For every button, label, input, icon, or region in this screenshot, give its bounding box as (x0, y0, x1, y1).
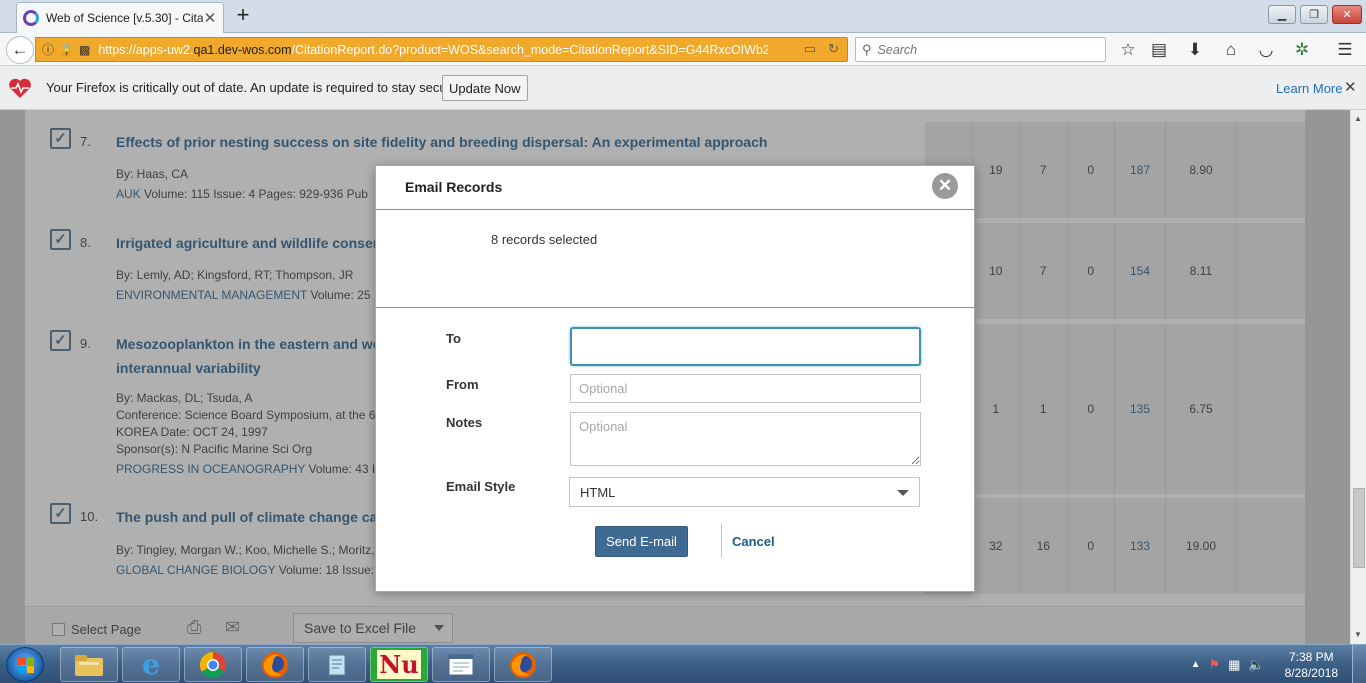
site-favicon-icon (23, 10, 39, 26)
firefox-window-taskbar-button[interactable] (494, 647, 552, 682)
tracking-icon[interactable]: ▩ (79, 43, 90, 57)
restore-window-button[interactable]: ❐ (1300, 5, 1328, 24)
clock[interactable]: 7:38 PM 8/28/2018 (1285, 649, 1338, 681)
update-now-button[interactable]: Update Now (442, 75, 528, 101)
nu-app-icon: Nu (377, 650, 421, 679)
to-label: To (446, 331, 461, 346)
to-email-field[interactable] (570, 327, 921, 366)
cancel-button[interactable]: Cancel (732, 534, 775, 549)
chrome-icon (199, 651, 226, 678)
menu-icon[interactable]: ☰ (1334, 39, 1356, 61)
notes-field[interactable] (570, 412, 921, 466)
reading-list-icon[interactable]: ▤ (1148, 39, 1170, 61)
update-notification-bar: Your Firefox is critically out of date. … (0, 66, 1366, 110)
search-input[interactable] (877, 42, 1098, 57)
email-style-label: Email Style (446, 479, 516, 494)
from-label: From (446, 377, 479, 392)
browser-nav-bar: ← ⓘ 🔒 ▩ https://apps-uw2.qa1.dev-wos.com… (0, 33, 1366, 66)
document-taskbar-button[interactable] (432, 647, 490, 682)
back-button[interactable]: ← (6, 36, 34, 64)
new-tab-button[interactable]: + (232, 4, 254, 27)
downloads-icon[interactable]: ⬇ (1184, 39, 1206, 61)
divider (376, 209, 976, 210)
from-email-field[interactable] (570, 374, 921, 403)
minimize-window-button[interactable]: ▁ (1268, 5, 1296, 24)
page-scrollbar[interactable]: ▲ ▼ (1350, 110, 1366, 644)
scroll-down-icon[interactable]: ▼ (1354, 630, 1362, 639)
notepad-icon (328, 654, 346, 675)
internet-explorer-taskbar-button[interactable]: e (122, 647, 180, 682)
info-icon[interactable]: ⓘ (42, 41, 54, 58)
explorer-taskbar-button[interactable] (60, 647, 118, 682)
home-icon[interactable]: ⌂ (1220, 39, 1242, 61)
pocket-icon[interactable]: ◡ (1255, 39, 1277, 61)
send-email-button[interactable]: Send E-mail (595, 526, 688, 557)
notice-message: Your Firefox is critically out of date. … (46, 80, 462, 95)
firefox-icon (262, 651, 288, 678)
network-icon[interactable]: ▦ (1228, 657, 1240, 673)
volume-icon[interactable]: 🔈 (1248, 657, 1264, 673)
notepad-taskbar-button[interactable] (308, 647, 366, 682)
reload-icon[interactable]: ↻ (828, 41, 839, 57)
system-tray: ▲ ⚑ ▦ 🔈 7:38 PM 8/28/2018 (1191, 645, 1366, 683)
url-text[interactable]: https://apps-uw2.qa1.dev-wos.com/Citatio… (98, 43, 768, 57)
chrome-taskbar-button[interactable] (184, 647, 242, 682)
close-dialog-icon[interactable]: ✕ (932, 173, 958, 199)
ie-icon: e (142, 648, 160, 681)
notice-close-icon[interactable]: ✕ (1344, 78, 1357, 96)
divider (721, 524, 722, 558)
lock-icon: 🔒 (59, 42, 74, 57)
action-center-icon[interactable]: ⚑ (1208, 657, 1220, 673)
windows-logo-icon (18, 657, 34, 673)
search-bar[interactable]: ⚲ (855, 37, 1106, 62)
start-button[interactable] (6, 647, 44, 682)
divider (376, 307, 976, 308)
email-style-select[interactable]: HTML (569, 477, 920, 507)
email-records-dialog: Email Records ✕ 8 records selected To Fr… (375, 165, 976, 592)
search-icon: ⚲ (862, 41, 872, 57)
url-bar[interactable]: ⓘ 🔒 ▩ https://apps-uw2.qa1.dev-wos.com/C… (35, 37, 848, 62)
tab-close-icon[interactable]: ✕ (203, 9, 217, 27)
browser-tab-bar: Web of Science [v.5.30] - Cita ✕ + ▁ ❐ ✕ (0, 0, 1366, 33)
reader-view-icon[interactable]: ▭ (804, 41, 816, 57)
document-window-icon (448, 654, 474, 675)
show-desktop-button[interactable] (1352, 645, 1366, 683)
scrollbar-thumb[interactable] (1353, 488, 1365, 568)
firefox-taskbar-button[interactable] (246, 647, 304, 682)
learn-more-link[interactable]: Learn More (1276, 81, 1342, 96)
dialog-title: Email Records (405, 179, 503, 195)
show-hidden-icons-icon[interactable]: ▲ (1191, 659, 1201, 670)
back-arrow-icon: ← (11, 40, 29, 59)
bookmark-star-icon[interactable]: ☆ (1117, 39, 1139, 61)
scroll-up-icon[interactable]: ▲ (1354, 114, 1362, 123)
nu-app-taskbar-button[interactable]: Nu (370, 647, 428, 682)
extension-icon[interactable]: ✲ (1291, 39, 1313, 61)
folder-icon (75, 654, 103, 676)
heartbeat-icon (9, 78, 31, 98)
notes-label: Notes (446, 415, 483, 430)
chevron-down-icon (897, 490, 909, 496)
browser-tab[interactable]: Web of Science [v.5.30] - Cita ✕ (16, 2, 224, 33)
records-selected-text: 8 records selected (491, 232, 598, 247)
tab-title: Web of Science [v.5.30] - Cita (45, 11, 204, 25)
windows-taskbar: e Nu ▲ ⚑ ▦ 🔈 7:38 PM 8/28/2018 (0, 644, 1366, 683)
close-window-button[interactable]: ✕ (1332, 5, 1362, 24)
firefox-icon (510, 651, 536, 678)
